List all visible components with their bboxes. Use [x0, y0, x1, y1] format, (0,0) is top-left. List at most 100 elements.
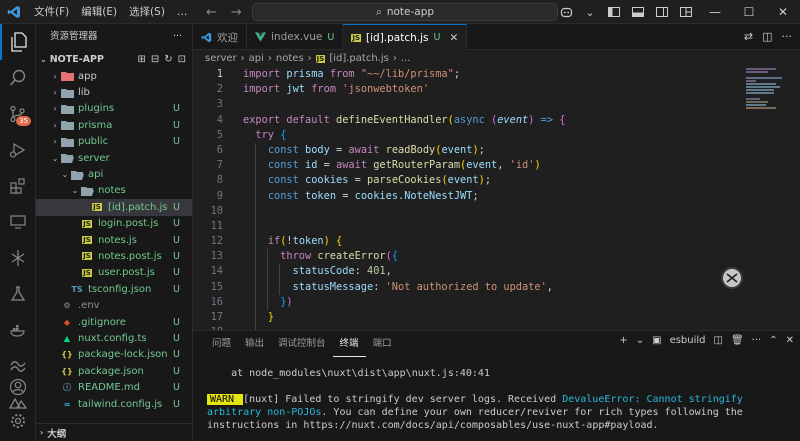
compare-icon[interactable]: ⇄ [744, 30, 753, 43]
search-label: note-app [386, 6, 435, 18]
terminal-name[interactable]: esbuild [670, 335, 706, 346]
more-actions-icon[interactable]: ··· [173, 24, 182, 50]
run-debug-icon[interactable] [0, 132, 36, 168]
toggle-sidebar-icon[interactable] [602, 0, 626, 24]
breadcrumb-item[interactable]: server [205, 53, 237, 64]
tree-item[interactable]: ⚙ .env [36, 297, 192, 313]
menu-file[interactable]: 文件(F) [28, 0, 75, 24]
tree-item[interactable]: JS [id].patch.js U [36, 199, 192, 216]
more-actions-icon[interactable]: ··· [782, 30, 793, 43]
tree-item[interactable]: ≈ tailwind.config.js U [36, 396, 192, 412]
gitlens-icon[interactable] [0, 240, 36, 276]
tab-ports[interactable]: 端口 [366, 331, 399, 357]
search-icon[interactable] [0, 60, 36, 96]
menu-more[interactable]: … [171, 0, 194, 24]
split-editor-icon[interactable]: ◫ [762, 30, 772, 43]
tree-item[interactable]: JS notes.js U [36, 232, 192, 248]
tree-item[interactable]: ◆ .gitignore U [36, 314, 192, 330]
forward-arrow-icon[interactable]: → [231, 5, 242, 20]
code-editor[interactable]: 1 import prisma from "~~/lib/prisma"; 2 im… [193, 67, 800, 330]
breadcrumb-item[interactable]: api [249, 53, 264, 64]
breadcrumb-item[interactable]: [id].patch.js [329, 53, 389, 64]
tab-welcome[interactable]: 欢迎 [193, 24, 247, 50]
split-terminal-icon[interactable]: ◫ [714, 335, 723, 346]
menu-selection[interactable]: 选择(S) [123, 0, 171, 24]
chevron-down-icon: ⌄ [61, 170, 69, 180]
tab-terminal[interactable]: 终端 [332, 331, 366, 357]
extensions-icon[interactable] [0, 168, 36, 204]
breadcrumb-item[interactable]: ... [401, 53, 411, 64]
tab-debug-console[interactable]: 调试控制台 [271, 331, 333, 357]
tree-item[interactable]: {} package-lock.json U [36, 347, 192, 363]
maximize-icon[interactable]: ☐ [732, 0, 766, 24]
breadcrumb-item[interactable]: notes [276, 53, 304, 64]
tree-item[interactable]: › plugins U [36, 101, 192, 117]
tree-item-label: package.json [78, 365, 144, 377]
layout-icon[interactable] [674, 0, 698, 24]
close-icon[interactable]: ✕ [766, 0, 800, 24]
tree-item[interactable]: ▲ nuxt.config.ts U [36, 330, 192, 346]
copilot-icon[interactable] [554, 0, 578, 24]
title-bar: 文件(F) 编辑(E) 选择(S) … ← → ⌕ note-app ⌄ — ☐… [0, 0, 800, 24]
git-status: U [173, 283, 180, 295]
tree-item[interactable]: JS login.post.js U [36, 216, 192, 232]
new-folder-icon[interactable]: ⊟ [151, 54, 159, 65]
chevron-right-icon: › [307, 53, 312, 64]
copilot-chat-icon[interactable] [721, 267, 743, 289]
more-actions-icon[interactable]: ··· [752, 335, 762, 346]
tree-item[interactable]: {} package.json U [36, 363, 192, 379]
tree-item[interactable]: › prisma U [36, 117, 192, 133]
tree-item[interactable]: JS notes.post.js U [36, 248, 192, 264]
testing-icon[interactable] [0, 276, 36, 312]
tree-item[interactable]: ⌄ notes [36, 183, 192, 199]
toggle-secondary-sidebar-icon[interactable] [650, 0, 674, 24]
chevron-down-icon[interactable]: ⌄ [636, 335, 644, 346]
settings-gear-icon[interactable] [0, 403, 36, 439]
collapse-all-icon[interactable]: ⊡ [178, 54, 186, 65]
workspace-root[interactable]: ⌄ NOTE-APP ⊞ ⊟ ↻ ⊡ [36, 50, 192, 68]
outline-section[interactable]: › 大纲 [36, 423, 192, 441]
tab-output[interactable]: 输出 [238, 331, 271, 357]
tree-item[interactable]: ⓘ README.md U [36, 379, 192, 395]
tree-item[interactable]: TS tsconfig.json U [36, 281, 192, 297]
account-icon[interactable] [0, 369, 36, 405]
tree-item[interactable]: › app [36, 68, 192, 84]
back-arrow-icon[interactable]: ← [206, 5, 217, 20]
nuxt-file-icon: ▲ [63, 333, 71, 343]
tab-problems[interactable]: 问题 [205, 331, 238, 357]
tab-index-vue[interactable]: index.vue U [247, 24, 344, 50]
close-panel-icon[interactable]: ✕ [786, 335, 794, 346]
new-terminal-icon[interactable]: + [619, 335, 627, 346]
new-file-icon[interactable]: ⊞ [137, 54, 145, 65]
tree-item[interactable]: ⌄ server [36, 150, 192, 166]
tree-item-label: README.md [78, 382, 141, 394]
remote-explorer-icon[interactable] [0, 204, 36, 240]
terminal-output[interactable]: at node_modules\nuxt\dist\app\nuxt.js:40… [193, 367, 800, 432]
tab-id-patch-js[interactable]: JS [id].patch.js U ✕ [343, 24, 468, 50]
command-center-search[interactable]: ⌕ note-app [252, 3, 558, 21]
explorer-sidebar: 资源管理器 ··· ⌄ NOTE-APP ⊞ ⊟ ↻ ⊡ › app › lib › pl… [36, 24, 193, 441]
tab-label: index.vue [271, 31, 323, 43]
tree-item[interactable]: › lib [36, 84, 192, 100]
source-control-icon[interactable]: 35 [0, 96, 36, 132]
folder-open-icon [80, 185, 94, 197]
tree-item-label: tsconfig.json [88, 283, 152, 295]
close-tab-icon[interactable]: ✕ [449, 32, 458, 44]
tree-item[interactable]: JS user.post.js U [36, 265, 192, 281]
chevron-down-icon[interactable]: ⌄ [578, 0, 602, 24]
refresh-icon[interactable]: ↻ [164, 54, 172, 65]
bottom-panel: 问题 输出 调试控制台 终端 端口 + ⌄ ▣ esbuild ◫ 🗑 ··· … [193, 330, 800, 441]
chevron-down-icon: ⌄ [51, 153, 59, 163]
toggle-panel-icon[interactable] [626, 0, 650, 24]
minimap[interactable] [746, 67, 786, 127]
tree-item[interactable]: ⌄ api [36, 166, 192, 182]
explorer-icon[interactable] [0, 24, 36, 60]
tree-item[interactable]: › public U [36, 134, 192, 150]
code-line: 7 const id = await getRouterParam(event,… [193, 158, 800, 174]
maximize-panel-icon[interactable]: ⌃ [769, 335, 777, 346]
docker-icon[interactable] [0, 312, 36, 348]
terminal-line: at node_modules\nuxt\dist\app\nuxt.js:40… [207, 368, 490, 379]
minimize-icon[interactable]: — [698, 0, 732, 24]
menu-edit[interactable]: 编辑(E) [75, 0, 123, 24]
kill-terminal-icon[interactable]: 🗑 [731, 335, 744, 346]
